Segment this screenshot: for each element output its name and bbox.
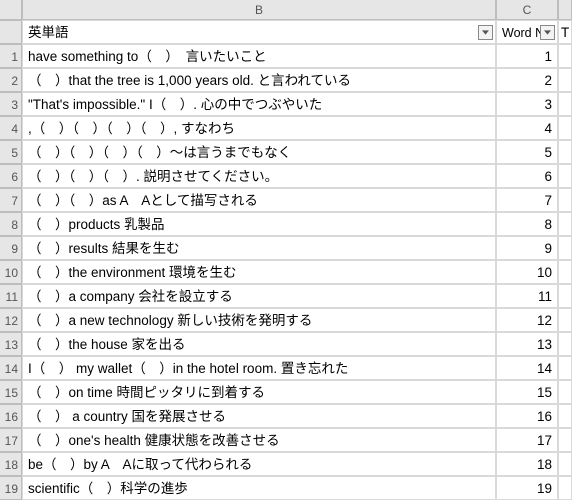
cell-wordno[interactable]: 12	[496, 308, 558, 332]
row-header[interactable]: 4	[0, 116, 22, 140]
cell-t[interactable]	[558, 380, 572, 404]
cell-wordno[interactable]: 17	[496, 428, 558, 452]
cell-t[interactable]	[558, 116, 572, 140]
cell-wordno[interactable]: 10	[496, 260, 558, 284]
cell-word[interactable]: ,（ ）（ ）（ ）（ ）, すなわち	[22, 116, 496, 140]
row-header[interactable]: 16	[0, 404, 22, 428]
cell-wordno[interactable]: 11	[496, 284, 558, 308]
cell-wordno[interactable]: 8	[496, 212, 558, 236]
header-label-word: 英単語	[28, 25, 69, 40]
cell-word[interactable]: （ ）a new technology 新しい技術を発明する	[22, 308, 496, 332]
cell-wordno[interactable]: 4	[496, 116, 558, 140]
header-cell-word[interactable]: 英単語	[22, 20, 496, 44]
cell-t[interactable]	[558, 140, 572, 164]
row-header-filter[interactable]	[0, 20, 22, 44]
row-header[interactable]: 13	[0, 332, 22, 356]
cell-word[interactable]: （ ）on time 時間ピッタリに到着する	[22, 380, 496, 404]
cell-wordno[interactable]: 5	[496, 140, 558, 164]
row-header[interactable]: 15	[0, 380, 22, 404]
cell-t[interactable]	[558, 356, 572, 380]
cell-wordno[interactable]: 7	[496, 188, 558, 212]
cell-wordno[interactable]: 1	[496, 44, 558, 68]
cell-wordno[interactable]: 16	[496, 404, 558, 428]
cell-t[interactable]	[558, 452, 572, 476]
row-header[interactable]: 19	[0, 476, 22, 500]
cell-t[interactable]	[558, 332, 572, 356]
cell-wordno[interactable]: 18	[496, 452, 558, 476]
row-header[interactable]: 12	[0, 308, 22, 332]
row-header[interactable]: 3	[0, 92, 22, 116]
cell-word[interactable]: I（ ） my wallet（ ）in the hotel room. 置き忘れ…	[22, 356, 496, 380]
cell-wordno[interactable]: 13	[496, 332, 558, 356]
cell-t[interactable]	[558, 476, 572, 500]
row-header[interactable]: 8	[0, 212, 22, 236]
row-header[interactable]: 5	[0, 140, 22, 164]
header-label-t: T	[561, 25, 569, 40]
cell-t[interactable]	[558, 92, 572, 116]
cell-t[interactable]	[558, 428, 572, 452]
row-header[interactable]: 2	[0, 68, 22, 92]
cell-word[interactable]: have something to（ ） 言いたいこと	[22, 44, 496, 68]
select-all-corner[interactable]	[0, 0, 22, 20]
cell-word[interactable]: （ ）（ ）（ ）（ ）～は言うまでもなく	[22, 140, 496, 164]
filter-dropdown-word[interactable]	[478, 25, 493, 40]
row-header[interactable]: 7	[0, 188, 22, 212]
row-header[interactable]: 11	[0, 284, 22, 308]
cell-t[interactable]	[558, 260, 572, 284]
cell-wordno[interactable]: 15	[496, 380, 558, 404]
cell-t[interactable]	[558, 44, 572, 68]
cell-wordno[interactable]: 2	[496, 68, 558, 92]
cell-word[interactable]: （ ）results 結果を生む	[22, 236, 496, 260]
cell-t[interactable]	[558, 164, 572, 188]
cell-wordno[interactable]: 19	[496, 476, 558, 500]
row-header[interactable]: 6	[0, 164, 22, 188]
cell-word[interactable]: （ ）（ ）as A Aとして描写される	[22, 188, 496, 212]
cell-t[interactable]	[558, 404, 572, 428]
row-header[interactable]: 10	[0, 260, 22, 284]
cell-wordno[interactable]: 6	[496, 164, 558, 188]
header-cell-t[interactable]: T	[558, 20, 572, 44]
row-header[interactable]: 18	[0, 452, 22, 476]
row-header[interactable]: 17	[0, 428, 22, 452]
header-cell-wordno[interactable]: Word No	[496, 20, 558, 44]
cell-word[interactable]: （ ）the environment 環境を生む	[22, 260, 496, 284]
cell-word[interactable]: scientific（ ）科学の進歩	[22, 476, 496, 500]
column-header-b[interactable]: B	[22, 0, 496, 20]
cell-word[interactable]: "That's impossible." I（ ）. 心の中でつぶやいた	[22, 92, 496, 116]
cell-t[interactable]	[558, 212, 572, 236]
column-header-c[interactable]: C	[496, 0, 558, 20]
cell-t[interactable]	[558, 236, 572, 260]
cell-word[interactable]: （ ）products 乳製品	[22, 212, 496, 236]
cell-word[interactable]: （ ） a country 国を発展させる	[22, 404, 496, 428]
cell-wordno[interactable]: 14	[496, 356, 558, 380]
cell-word[interactable]: be（ ）by A Aに取って代わられる	[22, 452, 496, 476]
cell-wordno[interactable]: 3	[496, 92, 558, 116]
row-header[interactable]: 9	[0, 236, 22, 260]
cell-word[interactable]: （ ）one's health 健康状態を改善させる	[22, 428, 496, 452]
filter-dropdown-wordno[interactable]	[540, 25, 555, 40]
cell-word[interactable]: （ ）（ ）（ ）. 説明させてください。	[22, 164, 496, 188]
cell-t[interactable]	[558, 284, 572, 308]
cell-word[interactable]: （ ）the house 家を出る	[22, 332, 496, 356]
cell-t[interactable]	[558, 68, 572, 92]
row-header[interactable]: 1	[0, 44, 22, 68]
cell-word[interactable]: （ ）that the tree is 1,000 years old. と言わ…	[22, 68, 496, 92]
cell-t[interactable]	[558, 188, 572, 212]
column-header-d[interactable]	[558, 0, 572, 20]
cell-wordno[interactable]: 9	[496, 236, 558, 260]
cell-t[interactable]	[558, 308, 572, 332]
cell-word[interactable]: （ ）a company 会社を設立する	[22, 284, 496, 308]
row-header[interactable]: 14	[0, 356, 22, 380]
